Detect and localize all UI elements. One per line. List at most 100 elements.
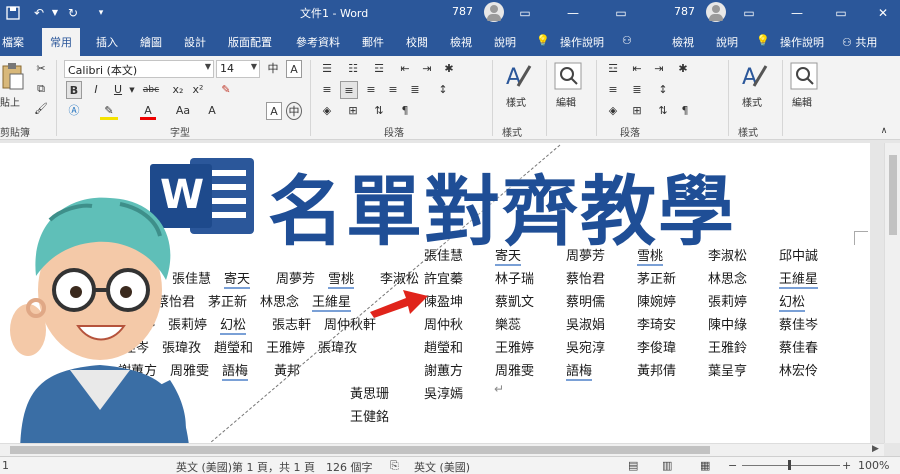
line-spacing-icon[interactable]: ↕ (434, 81, 452, 99)
tab-draw[interactable]: 繪圖 (140, 34, 162, 50)
edit-button[interactable]: 編輯 (554, 62, 584, 112)
distributed-icon-right[interactable]: ≣ (628, 81, 646, 99)
sort-icon[interactable]: ⇅ (370, 102, 388, 120)
tab-mailings[interactable]: 郵件 (362, 34, 384, 50)
align-right-icon[interactable]: ≡ (362, 81, 380, 99)
bullets-icon[interactable]: ☰ (318, 60, 336, 78)
font-size-combo[interactable]: 14 ▼ (216, 60, 260, 78)
customize-toolbar-icon[interactable]: ▾ (90, 2, 112, 24)
restore-icon[interactable]: ▭ (610, 2, 632, 24)
sort-icon-right[interactable]: ⇅ (654, 102, 672, 120)
line-spacing-icon-right[interactable]: ↕ (654, 81, 672, 99)
tab-view[interactable]: 檢視 (450, 34, 472, 50)
save-icon[interactable] (2, 2, 24, 24)
show-marks-icon[interactable]: ¶ (396, 102, 414, 120)
status-page-info[interactable]: 第 1 頁，共 1 頁 (232, 459, 315, 474)
minimize-icon[interactable]: — (562, 2, 584, 24)
tab-references[interactable]: 參考資料 (296, 34, 340, 50)
shading-icon-right[interactable]: ◈ (604, 102, 622, 120)
font-color-button[interactable]: A (140, 102, 156, 120)
share-button[interactable]: ⚇ 共用 (842, 34, 877, 50)
zoom-level[interactable]: 100% (858, 459, 889, 472)
superscript-icon[interactable]: x² (190, 81, 206, 99)
zoom-out-button[interactable]: − (728, 459, 737, 472)
phonetic-guide-icon[interactable]: 中 (264, 60, 282, 78)
copy-icon[interactable]: ⧉ (32, 80, 50, 98)
tab-help[interactable]: 說明 (494, 34, 516, 50)
asian-layout-icon-right[interactable]: ✱ (674, 60, 692, 78)
vertical-scrollbar[interactable] (884, 143, 900, 443)
styles-button-right[interactable]: A 樣式 (740, 62, 770, 112)
underline-dropdown-icon[interactable]: ▼ (128, 81, 136, 99)
tab-layout[interactable]: 版面配置 (228, 34, 272, 50)
tab-file[interactable]: 檔案 (2, 34, 24, 50)
collapse-ribbon-icon[interactable]: ∧ (876, 122, 892, 140)
format-painter-icon[interactable]: 🖌 (32, 100, 50, 118)
show-marks-icon-right[interactable]: ¶ (676, 102, 694, 120)
ribbon-display-icon-right[interactable]: ▭ (738, 2, 760, 24)
decrease-indent-icon[interactable]: ⇤ (396, 60, 414, 78)
ribbon-display-icon[interactable]: ▭ (514, 2, 536, 24)
increase-indent-icon-right[interactable]: ⇥ (650, 60, 668, 78)
tell-me[interactable]: 操作說明 (560, 34, 604, 50)
font-name-combo[interactable]: Calibri (本文) ▼ (64, 60, 214, 78)
print-layout-icon[interactable]: ▥ (662, 459, 672, 472)
status-word-count[interactable]: 126 個字 (326, 459, 373, 474)
tab-help-right[interactable]: 說明 (716, 34, 738, 50)
scroll-right-icon[interactable]: ▶ (872, 444, 879, 454)
zoom-slider-thumb[interactable] (788, 460, 791, 470)
close-icon[interactable]: ✕ (872, 2, 894, 24)
numbering-icon[interactable]: ☷ (344, 60, 362, 78)
shading-icon[interactable]: ◈ (318, 102, 336, 120)
read-mode-icon[interactable]: ▤ (628, 459, 638, 472)
distributed-icon[interactable]: ≣ (406, 81, 424, 99)
enclose-characters-icon[interactable]: 中 (286, 102, 302, 120)
tab-design[interactable]: 設計 (184, 34, 206, 50)
proofing-icon[interactable]: ⎘ (390, 459, 399, 473)
bold-button[interactable]: B (66, 81, 82, 99)
asian-layout-icon[interactable]: ✱ (440, 60, 458, 78)
tab-insert[interactable]: 插入 (96, 34, 118, 50)
lightbulb-icon-right[interactable]: 💡 (756, 34, 770, 47)
lightbulb-icon[interactable]: 💡 (536, 34, 550, 47)
status-language[interactable]: 英文 (美國) (176, 459, 232, 474)
highlight-icon[interactable]: ✎ (100, 102, 118, 120)
minimize-icon-right[interactable]: — (786, 2, 808, 24)
decrease-indent-icon-right[interactable]: ⇤ (628, 60, 646, 78)
tab-home[interactable]: 常用 (42, 28, 80, 56)
cut-icon[interactable]: ✂ (32, 60, 50, 78)
horizontal-scroll-thumb[interactable] (10, 446, 710, 454)
justify-icon[interactable]: ≡ (384, 81, 402, 99)
zoom-in-button[interactable]: + (842, 459, 851, 472)
shrink-font-icon[interactable]: A (204, 102, 220, 120)
zoom-slider[interactable] (742, 465, 840, 466)
account-avatar[interactable] (484, 2, 504, 22)
styles-button[interactable]: A 樣式 (504, 62, 534, 112)
text-effects-icon[interactable]: Ⓐ (66, 102, 82, 120)
paste-button[interactable]: 貼上 (0, 62, 26, 112)
align-center-icon[interactable]: ≡ (340, 81, 358, 99)
status-language-right[interactable]: 英文 (美國) (414, 459, 470, 474)
tab-review[interactable]: 校閱 (406, 34, 428, 50)
multilevel-list-icon[interactable]: ☲ (370, 60, 388, 78)
increase-indent-icon[interactable]: ⇥ (418, 60, 436, 78)
justify-icon-right[interactable]: ≡ (604, 81, 622, 99)
tab-view-right[interactable]: 檢視 (672, 34, 694, 50)
web-layout-icon[interactable]: ▦ (700, 459, 710, 472)
character-shading-icon[interactable]: A (266, 102, 282, 120)
underline-button[interactable]: U (110, 81, 126, 99)
borders-icon[interactable]: ⊞ (344, 102, 362, 120)
character-border-icon[interactable]: A (286, 60, 302, 78)
change-case-button[interactable]: Aa (172, 102, 194, 120)
italic-button[interactable]: I (88, 81, 104, 99)
borders-icon-right[interactable]: ⊞ (628, 102, 646, 120)
strikethrough-button[interactable]: abc (140, 81, 162, 99)
edit-button-right[interactable]: 編輯 (790, 62, 820, 112)
align-left-icon[interactable]: ≡ (318, 81, 336, 99)
clear-formatting-icon[interactable]: ✎ (218, 81, 234, 99)
tell-me-right[interactable]: 操作說明 (780, 34, 824, 50)
vertical-scroll-thumb[interactable] (889, 155, 897, 235)
redo-icon[interactable]: ↻ (62, 2, 84, 24)
horizontal-scrollbar[interactable]: ▶ (0, 443, 884, 456)
multilevel-list-icon-right[interactable]: ☲ (604, 60, 622, 78)
